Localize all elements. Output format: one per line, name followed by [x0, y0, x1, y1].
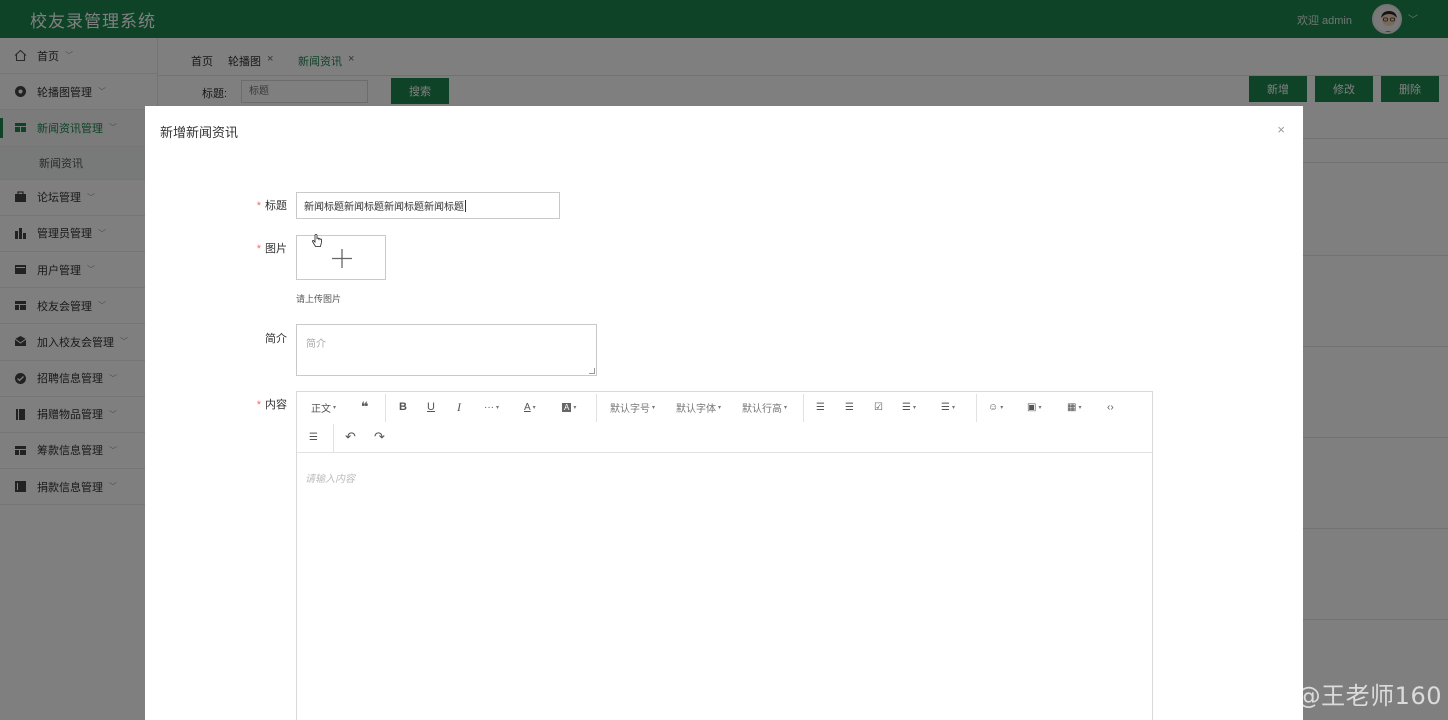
dropdown-icon: ▾ — [496, 404, 500, 411]
dropdown-icon: ▾ — [573, 404, 577, 411]
redo-icon[interactable]: ↷ — [374, 429, 385, 445]
image-icon: ▣ — [1027, 401, 1037, 413]
dropdown-icon: ▾ — [912, 404, 916, 411]
underline-icon[interactable]: U — [427, 399, 435, 415]
required-mark: * — [256, 243, 261, 255]
toolbar-divider — [385, 394, 386, 422]
emoji-dropdown[interactable]: ☺ ▾ — [988, 399, 1003, 415]
undo-icon[interactable]: ↶ — [345, 429, 356, 445]
dropdown-icon: ▾ — [1078, 404, 1082, 411]
paragraph-label: 正文 — [311, 403, 331, 415]
image-upload-button[interactable] — [296, 235, 386, 280]
required-mark: * — [256, 200, 261, 212]
indent-icon: ☰ — [941, 401, 950, 413]
align-icon: ☰ — [902, 401, 911, 413]
quote-icon[interactable]: ❝ — [361, 399, 369, 415]
dropdown-icon: ▾ — [532, 404, 536, 411]
dropdown-icon: ▾ — [1000, 404, 1004, 411]
close-icon[interactable]: × — [1277, 122, 1285, 137]
divider-icon[interactable]: ☰ — [309, 429, 318, 445]
intro-textarea[interactable]: 简介 — [296, 324, 597, 376]
required-mark: * — [256, 399, 261, 411]
toolbar-divider — [596, 394, 597, 422]
numbered-list-icon[interactable]: ☰ — [845, 399, 854, 415]
italic-icon[interactable]: I — [457, 399, 461, 415]
emoji-icon: ☺ — [988, 401, 999, 413]
toolbar-divider — [976, 394, 977, 422]
bullet-list-icon[interactable]: ☰ — [816, 399, 825, 415]
code-icon[interactable]: ‹› — [1107, 399, 1114, 415]
title-value: 新闻标题新闻标题新闻标题新闻标题 — [304, 202, 464, 213]
font-color-icon: A — [524, 401, 531, 413]
dropdown-icon: ▾ — [718, 404, 722, 411]
dropdown-icon: ▾ — [1038, 404, 1042, 411]
toolbar-divider — [333, 424, 334, 452]
editor-placeholder: 请输入内容 — [305, 474, 355, 485]
hand-cursor-icon — [311, 234, 323, 251]
label-text: 简介 — [265, 333, 287, 345]
intro-field-label: 简介 — [227, 330, 287, 346]
table-dropdown[interactable]: ▦ ▾ — [1067, 399, 1081, 415]
dropdown-icon: ▾ — [333, 404, 337, 411]
dropdown-icon: ▾ — [784, 404, 788, 411]
rich-text-editor: 正文 ▾ ❝ B U I ··· ▾ A ▾ A ▾ 默认字号 ▾ 默认字体 ▾ 默认行高 ▾… — [296, 391, 1153, 720]
font-size-dropdown[interactable]: 默认字号 ▾ — [610, 399, 655, 415]
label-text: 图片 — [265, 243, 287, 255]
resize-handle-icon[interactable] — [589, 368, 595, 374]
more-format-dropdown[interactable]: ··· ▾ — [484, 399, 499, 415]
image-dropdown[interactable]: ▣ ▾ — [1027, 399, 1041, 415]
dropdown-icon: ▾ — [951, 404, 955, 411]
label-text: 内容 — [265, 399, 287, 411]
text-cursor — [465, 199, 466, 212]
bg-color-icon: A — [562, 402, 572, 412]
line-height-dropdown[interactable]: 默认行高 ▾ — [742, 399, 787, 415]
font-family-label: 默认字体 — [676, 403, 716, 415]
todo-icon[interactable]: ☑ — [874, 399, 883, 415]
add-news-dialog: 新增新闻资讯 × * 标题 新闻标题新闻标题新闻标题新闻标题 * 图片 请上传图片 … — [145, 106, 1303, 720]
line-height-label: 默认行高 — [742, 403, 782, 415]
table-icon: ▦ — [1067, 401, 1077, 413]
upload-hint: 请上传图片 — [296, 294, 342, 304]
indent-dropdown[interactable]: ☰ ▾ — [941, 399, 955, 415]
intro-placeholder: 简介 — [306, 339, 326, 350]
paragraph-dropdown[interactable]: 正文 ▾ — [311, 399, 336, 415]
dialog-title: 新增新闻资讯 — [160, 125, 239, 140]
bg-color-dropdown[interactable]: A ▾ — [562, 399, 576, 415]
title-input[interactable]: 新闻标题新闻标题新闻标题新闻标题 — [296, 192, 560, 219]
watermark: CSDN @王老师160 — [1218, 682, 1442, 710]
content-field-label: * 内容 — [227, 396, 287, 412]
dropdown-icon: ▾ — [652, 404, 656, 411]
align-dropdown[interactable]: ☰ ▾ — [902, 399, 916, 415]
more-icon: ··· — [484, 401, 494, 413]
editor-toolbar: 正文 ▾ ❝ B U I ··· ▾ A ▾ A ▾ 默认字号 ▾ 默认字体 ▾ 默认行高 ▾… — [297, 392, 1152, 453]
font-family-dropdown[interactable]: 默认字体 ▾ — [676, 399, 721, 415]
label-text: 标题 — [265, 200, 287, 212]
font-color-dropdown[interactable]: A ▾ — [524, 399, 536, 415]
bold-icon[interactable]: B — [399, 399, 407, 415]
title-field-label: * 标题 — [227, 197, 287, 213]
image-field-label: * 图片 — [227, 240, 287, 256]
font-size-label: 默认字号 — [610, 403, 650, 415]
toolbar-divider — [803, 394, 804, 422]
